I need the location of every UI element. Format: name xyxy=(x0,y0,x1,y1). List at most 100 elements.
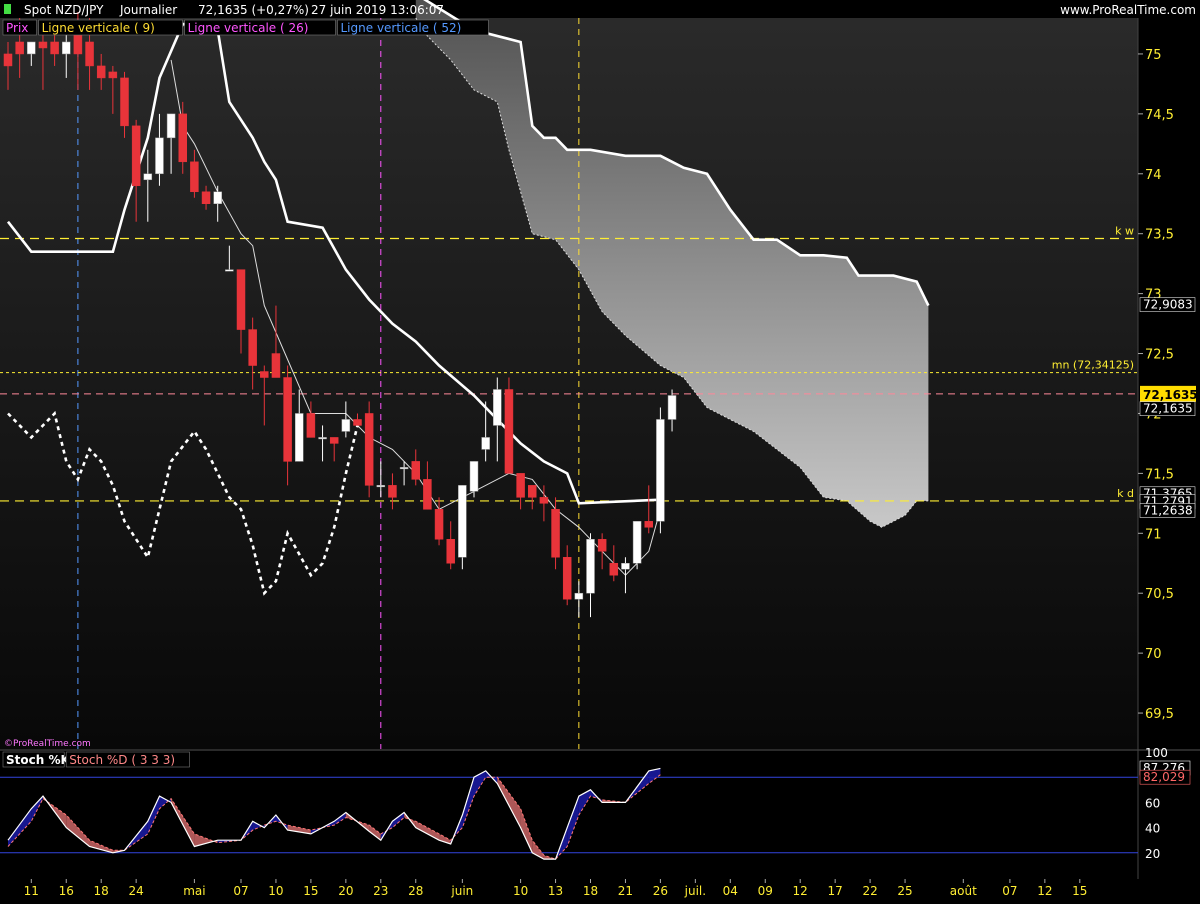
candle-body xyxy=(306,413,316,438)
x-tick-label: 22 xyxy=(862,884,877,898)
candle-body xyxy=(539,497,549,504)
candle-body xyxy=(131,125,141,187)
status-indicator-icon xyxy=(4,4,11,14)
candle-body xyxy=(38,41,48,49)
period-label[interactable]: Journalier xyxy=(119,3,177,17)
y-tick-label: 75 xyxy=(1145,48,1162,63)
candle-body xyxy=(295,413,304,462)
candle-body xyxy=(190,161,199,193)
y-tick-label: 70 xyxy=(1145,647,1162,662)
y-tick-label: 72,5 xyxy=(1145,348,1174,363)
candle-body xyxy=(108,71,118,79)
x-tick-label: 21 xyxy=(618,884,633,898)
candle-body xyxy=(376,485,386,488)
candle-body xyxy=(644,521,653,528)
legend-item[interactable]: Prix xyxy=(6,21,28,35)
stoch-tick-label: 40 xyxy=(1145,822,1160,836)
chart-window: k wk dmn (72,34125) 7574,57473,57372,572… xyxy=(0,0,1200,900)
price-tag: 72,1635 xyxy=(1143,402,1193,416)
candle-body xyxy=(318,437,327,440)
candle-body xyxy=(120,77,129,127)
candle-body xyxy=(236,269,246,330)
candle-body xyxy=(586,539,595,594)
candle-body xyxy=(528,485,537,498)
x-tick-label: 18 xyxy=(94,884,109,898)
y-tick-label: 70,5 xyxy=(1145,587,1174,602)
candle-body xyxy=(364,413,374,486)
price-tag: 71,2638 xyxy=(1143,504,1193,518)
candle-body xyxy=(27,41,36,55)
x-tick-label: 12 xyxy=(793,884,808,898)
stoch-legend-item[interactable]: Stoch %K xyxy=(6,753,70,767)
candle-body xyxy=(62,41,71,55)
x-tick-label: 15 xyxy=(1072,884,1087,898)
y-tick-label: 69,5 xyxy=(1145,707,1174,722)
candle-body xyxy=(213,191,222,204)
instrument-name[interactable]: Spot NZD/JPY xyxy=(24,3,104,17)
candle-body xyxy=(434,509,444,540)
header-datetime: 27 juin 2019 13:06:07 xyxy=(311,3,444,17)
candle-body xyxy=(667,395,677,420)
y-tick-label: 71 xyxy=(1145,527,1162,542)
candle-body xyxy=(458,485,467,558)
header-bar xyxy=(0,0,1200,18)
candle-body xyxy=(609,563,619,576)
candle-body xyxy=(632,521,642,564)
y-tick-label: 71,5 xyxy=(1145,467,1174,482)
candle-body xyxy=(516,473,525,498)
price-chart[interactable]: k wk dmn (72,34125) 7574,57473,57372,572… xyxy=(0,0,1200,900)
x-tick-label: 25 xyxy=(897,884,912,898)
x-tick-label: 04 xyxy=(723,884,738,898)
x-tick-label: 10 xyxy=(268,884,283,898)
current-price-tag: 72,1635 xyxy=(1143,388,1198,402)
legend-item[interactable]: Ligne verticale ( 52) xyxy=(341,21,462,35)
x-tick-label: 24 xyxy=(129,884,144,898)
x-tick-label: 23 xyxy=(373,884,388,898)
x-tick-label: août xyxy=(950,884,977,898)
legend-item[interactable]: Ligne verticale ( 9) xyxy=(42,21,155,35)
candle-body xyxy=(178,113,187,163)
candle-body xyxy=(155,137,164,175)
x-tick-label: 17 xyxy=(828,884,843,898)
candle-body xyxy=(562,557,572,600)
stoch-legend: Stoch %K Stoch %D ( 3 3 3) xyxy=(2,751,190,768)
x-tick-label: 26 xyxy=(653,884,668,898)
stoch-tick-label: 60 xyxy=(1145,796,1160,810)
candle-body xyxy=(504,389,514,474)
candle-body xyxy=(399,467,409,470)
level-mn-label: mn (72,34125) xyxy=(1052,359,1134,372)
candle-body xyxy=(481,437,490,450)
candle-body xyxy=(96,65,106,79)
candle-body xyxy=(15,41,24,55)
price-tags: 72,908372,163572,163571,376571,279171,26… xyxy=(1139,297,1198,518)
x-tick-label: 09 xyxy=(758,884,773,898)
x-tick-label: 12 xyxy=(1037,884,1052,898)
candle-body xyxy=(85,41,94,67)
legend-item[interactable]: Ligne verticale ( 26) xyxy=(188,21,309,35)
candle-body xyxy=(411,461,420,480)
price-tag: 72,9083 xyxy=(1143,298,1193,312)
watermark: ©ProRealTime.com xyxy=(4,739,91,749)
x-tick-label: 18 xyxy=(583,884,598,898)
stoch-panel-bg xyxy=(0,751,1138,879)
candle-body xyxy=(283,377,292,462)
candle-body xyxy=(225,269,234,272)
candle-body xyxy=(50,41,59,55)
main-legend: Prix Ligne verticale ( 9) Ligne verticale … xyxy=(2,19,489,36)
level-kw-label: k w xyxy=(1115,224,1134,237)
x-tick-label: 07 xyxy=(1002,884,1017,898)
candle-body xyxy=(143,173,153,181)
stoch-tick-label: 100 xyxy=(1145,746,1168,760)
x-tick-label: 13 xyxy=(548,884,563,898)
candle-body xyxy=(341,419,351,432)
x-tick-label: juil. xyxy=(684,884,706,898)
candle-body xyxy=(329,437,339,444)
candle-body xyxy=(201,191,211,204)
x-tick-label: 07 xyxy=(233,884,248,898)
y-tick-label: 74 xyxy=(1145,168,1162,183)
candle-body xyxy=(388,485,397,498)
stoch-legend-item[interactable]: Stoch %D ( 3 3 3) xyxy=(69,753,175,767)
candle-body xyxy=(551,509,560,558)
candle-body xyxy=(597,539,607,552)
brand-link[interactable]: www.ProRealTime.com xyxy=(1060,3,1196,17)
